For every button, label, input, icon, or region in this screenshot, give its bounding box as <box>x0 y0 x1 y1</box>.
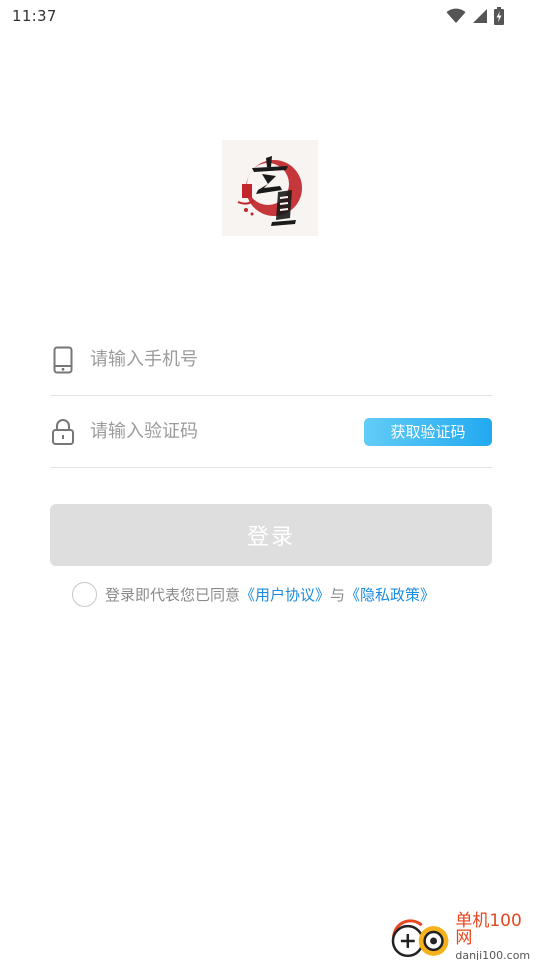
status-bar: 11:37 <box>0 0 540 32</box>
battery-icon <box>494 7 504 25</box>
watermark: 单机100网 danji100.com <box>388 911 538 960</box>
status-time: 11:37 <box>12 7 57 25</box>
agreement-connector: 与 <box>330 585 346 604</box>
code-field-row: 获取验证码 <box>50 396 492 468</box>
watermark-logo-icon <box>391 919 449 958</box>
login-form: 获取验证码 <box>50 324 492 468</box>
login-button[interactable]: 登录 <box>50 504 492 566</box>
lock-icon <box>51 418 75 446</box>
watermark-subtitle: danji100.com <box>455 949 531 960</box>
phone-field-row <box>50 324 492 396</box>
signal-icon <box>472 8 488 24</box>
watermark-title: 单机100网 <box>455 911 522 948</box>
agreement-prefix: 登录即代表您已同意 <box>105 585 241 604</box>
user-agreement-link[interactable]: 《用户协议》 <box>240 584 330 605</box>
login-screen: 11:37 请输入手机号 请输入验证码 获取验证码 登录 登录即代表您已同意 《… <box>0 0 540 960</box>
phone-input[interactable] <box>90 339 492 380</box>
app-logo <box>222 140 318 236</box>
agreement-row: 登录即代表您已同意 《用户协议》 与 《隐私政策》 <box>72 580 435 608</box>
wifi-icon <box>446 8 466 24</box>
status-icons <box>446 7 504 25</box>
phone-icon <box>51 346 75 374</box>
privacy-policy-link[interactable]: 《隐私政策》 <box>345 584 435 605</box>
code-input[interactable] <box>90 411 364 452</box>
get-code-button[interactable]: 获取验证码 <box>364 417 492 446</box>
agree-checkbox[interactable] <box>72 581 97 607</box>
